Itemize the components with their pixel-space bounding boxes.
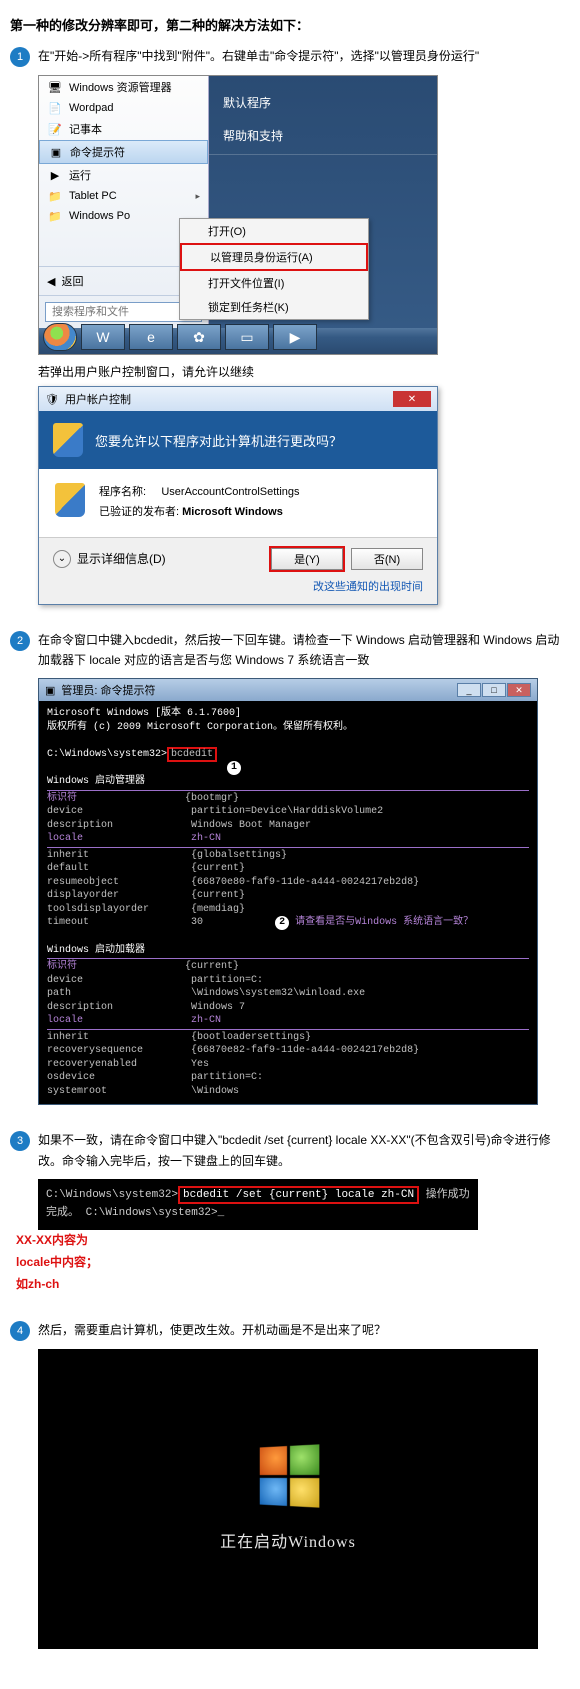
min-button[interactable]: _ [457,683,481,697]
menu-cmd-label: 命令提示符 [70,144,125,160]
step4-text: 然后，需要重启计算机，使更改生效。开机动画是不是出来了呢？ [38,1320,570,1340]
menu-run-label: 运行 [69,167,91,183]
step2-text: 在命令窗口中键入bcdedit，然后按一下回车键。请检查一下 Windows 启… [38,630,570,671]
taskbar-msn[interactable]: ✿ [177,324,221,350]
boot-screen: 正在启动Windows [38,1349,538,1649]
step3-num: 3 [10,1131,30,1151]
step-4: 4 然后，需要重启计算机，使更改生效。开机动画是不是出来了呢？ 正在启动Wind… [10,1320,570,1649]
step-2: 2 在命令窗口中键入bcdedit，然后按一下回车键。请检查一下 Windows… [10,630,570,1106]
shield-icon [55,483,85,517]
max-button[interactable]: □ [482,683,506,697]
wordpad-icon: 📄 [47,101,63,115]
step1-after-text: 若弹出用户账户控制窗口，请允许以继续 [38,363,570,380]
step-3: 3 如果不一致，请在命令窗口中键入"bcdedit /set {current}… [10,1130,570,1295]
windows-logo-icon [260,1444,320,1507]
taskbar-explorer[interactable]: ▭ [225,324,269,350]
uac-question: 您要允许以下程序对此计算机进行更改吗？ [95,431,342,450]
menu-winpo-label: Windows Po [69,210,130,222]
right-defaults[interactable]: 默认程序 [209,86,437,119]
close-button[interactable]: ✕ [507,683,531,697]
console-window: ▣ 管理员: 命令提示符 _ □ ✕ Microsoft Windows [版本… [38,678,538,1105]
start-menu-window: 🖥Windows 资源管理器 📄Wordpad 📝记事本 ▣命令提示符 ▶运行 … [38,75,438,355]
shield-icon [53,423,83,457]
console-output-2: C:\Windows\system32>bcdedit /set {curren… [38,1179,478,1230]
menu-explorer[interactable]: 🖥 Windows 资源管理器 [39,76,208,98]
expand-details-button[interactable]: ⌄ [53,550,71,568]
menu-tabletpc[interactable]: 📁 Tablet PC ▸ [39,186,208,206]
shield-icon: 🛡 [45,393,59,406]
close-button[interactable]: ✕ [393,391,431,407]
menu-tabletpc-label: Tablet PC [69,190,117,202]
context-menu: 打开(O) 以管理员身份运行(A) 打开文件位置(I) 锁定到任务栏(K) [179,218,369,320]
details-label: 显示详细信息(D) [77,550,166,567]
prog-name: UserAccountControlSettings [161,486,299,498]
menu-run[interactable]: ▶ 运行 [39,164,208,186]
taskbar-word[interactable]: W [81,324,125,350]
menu-back-label: 返回 [61,273,83,289]
step1-text: 在"开始->所有程序"中找到"附件"。右键单击"命令提示符"，选择"以管理员身份… [38,46,570,66]
back-icon: ◀ [47,275,55,288]
menu-wordpad[interactable]: 📄 Wordpad [39,98,208,118]
ctx-open-location[interactable]: 打开文件位置(I) [180,271,368,295]
pub-label: 已验证的发布者: [99,506,179,518]
step1-num: 1 [10,47,30,67]
step3-text: 如果不一致，请在命令窗口中键入"bcdedit /set {current} l… [38,1130,570,1171]
taskbar-ie[interactable]: e [129,324,173,350]
run-icon: ▶ [47,168,63,182]
uac-title: 用户帐户控制 [65,391,131,407]
ctx-pin[interactable]: 锁定到任务栏(K) [180,295,368,319]
prog-label: 程序名称: [99,486,146,498]
menu-explorer-label: Windows 资源管理器 [69,79,172,95]
menu-notepad[interactable]: 📝 记事本 [39,118,208,140]
console-output: Microsoft Windows [版本 6.1.7600] 版权所有 (c)… [39,701,537,1104]
pub-name: Microsoft Windows [182,506,283,518]
menu-notepad-label: 记事本 [69,121,102,137]
menu-cmd[interactable]: ▣ 命令提示符 [39,140,208,164]
headline: 第一种的修改分辨率即可，第二种的解决方法如下： [10,15,570,34]
no-button[interactable]: 否(N) [351,548,423,570]
menu-wordpad-label: Wordpad [69,102,113,114]
folder-icon: 📁 [47,209,63,223]
cmd-icon: ▣ [45,684,55,697]
folder-icon: 🖥 [47,80,63,94]
side-note: XX-XX内容为 locale中内容； 如zh-ch [16,1230,106,1295]
uac-dialog: 🛡 用户帐户控制 ✕ 您要允许以下程序对此计算机进行更改吗？ 程序名称: Use… [38,386,438,605]
uac-settings-link[interactable]: 改这些通知的出现时间 [53,578,423,594]
step2-num: 2 [10,631,30,651]
right-help[interactable]: 帮助和支持 [209,119,437,152]
step4-num: 4 [10,1321,30,1341]
chevron-right-icon: ▸ [195,191,200,202]
boot-text: 正在启动Windows [220,1528,356,1552]
yes-button[interactable]: 是(Y) [271,548,343,570]
cmd-icon: ▣ [48,145,64,159]
step-1: 1 在"开始->所有程序"中找到"附件"。右键单击"命令提示符"，选择"以管理员… [10,46,570,605]
ctx-run-as-admin[interactable]: 以管理员身份运行(A) [180,243,368,271]
taskbar-media[interactable]: ▶ [273,324,317,350]
console-title: 管理员: 命令提示符 [61,682,155,698]
ctx-open[interactable]: 打开(O) [180,219,368,243]
folder-icon: 📁 [47,189,63,203]
start-button[interactable] [43,323,77,351]
notepad-icon: 📝 [47,122,63,136]
